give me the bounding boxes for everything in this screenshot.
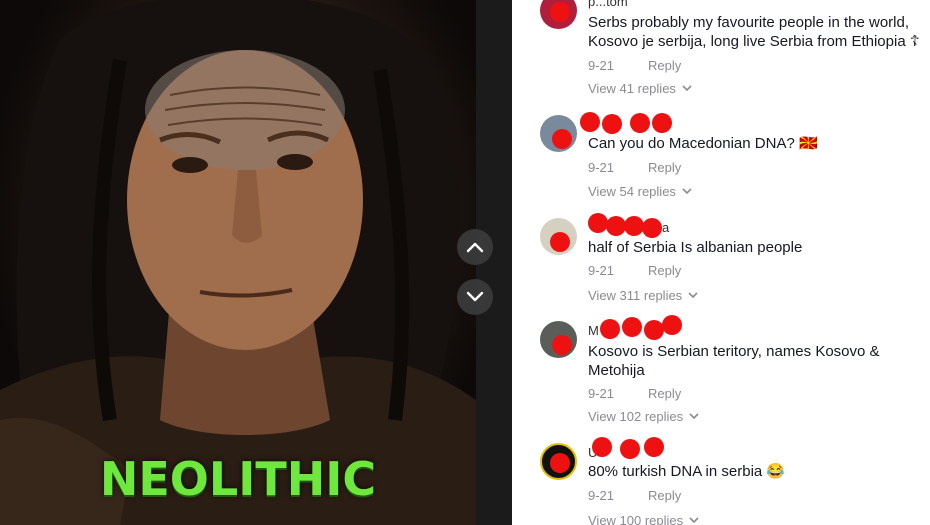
previous-video-button[interactable] — [457, 229, 493, 265]
comment-text: Can you do Macedonian DNA? 🇲🇰 — [588, 135, 818, 152]
avatar[interactable] — [540, 218, 577, 255]
reply-button[interactable]: Reply — [648, 386, 681, 401]
comment-username[interactable]: p...tom — [588, 0, 628, 9]
view-replies-label: View 54 replies — [588, 184, 676, 199]
portrait-image — [0, 0, 476, 525]
redaction-mark — [550, 453, 570, 473]
comment-text: half of Serbia Is albanian people — [588, 239, 803, 256]
redaction-mark — [550, 2, 570, 22]
view-replies-button[interactable]: View 100 replies — [588, 513, 699, 525]
redaction-mark — [644, 320, 664, 340]
view-replies-button[interactable]: View 311 replies — [588, 288, 698, 303]
avatar[interactable] — [540, 0, 577, 29]
reply-button[interactable]: Reply — [648, 58, 681, 73]
video-player[interactable]: NEOLITHIC — [0, 0, 512, 525]
view-replies-label: View 311 replies — [588, 288, 683, 303]
comment-item: M Kosovo is Serbian teritory, names Koso… — [512, 315, 930, 425]
redaction-mark — [588, 213, 608, 233]
comment-item: Can you do Macedonian DNA? 🇲🇰 9-21 Reply … — [512, 110, 930, 210]
comment-item: a half of Serbia Is albanian people 9-21… — [512, 212, 930, 312]
redaction-mark — [606, 216, 626, 236]
redaction-mark — [600, 319, 620, 339]
comment-item: U 80% turkish DNA in serbia 😂 9-21Reply … — [512, 435, 930, 525]
view-replies-label: View 100 replies — [588, 513, 684, 525]
comment-date: 9-21 — [588, 386, 615, 401]
redaction-mark — [662, 315, 682, 335]
view-replies-label: View 102 replies — [588, 409, 684, 424]
redaction-mark — [652, 113, 672, 133]
reply-button[interactable]: Reply — [648, 263, 681, 278]
comment-item: p...tom Serbs probably my favourite peop… — [512, 0, 930, 100]
comment-text: Serbs probably my favourite people in th… — [588, 14, 920, 50]
reply-button[interactable]: Reply — [648, 488, 681, 503]
redaction-mark — [624, 216, 644, 236]
avatar[interactable] — [540, 443, 577, 480]
redaction-mark — [550, 232, 570, 252]
redaction-mark — [602, 114, 622, 134]
comment-meta: 9-21 Reply — [588, 160, 681, 175]
chevron-down-icon — [688, 292, 698, 299]
next-video-button[interactable] — [457, 279, 493, 315]
chevron-down-icon — [682, 85, 692, 92]
chevron-up-icon — [466, 242, 484, 253]
chevron-down-icon — [466, 291, 484, 302]
redaction-mark — [552, 129, 572, 149]
avatar[interactable] — [540, 115, 577, 152]
view-replies-label: View 41 replies — [588, 81, 676, 96]
comment-username[interactable]: a — [662, 220, 669, 235]
view-replies-button[interactable]: View 41 replies — [588, 81, 692, 96]
comment-date: 9-21 — [588, 58, 615, 73]
comment-meta: 9-21 Reply — [588, 263, 681, 278]
comment-username[interactable]: M — [588, 323, 599, 338]
chevron-down-icon — [689, 413, 699, 420]
comment-date: 9-21 — [588, 263, 615, 278]
redaction-mark — [620, 439, 640, 459]
redaction-mark — [580, 112, 600, 132]
comment-meta: 9-21 Reply — [588, 488, 681, 503]
comments-panel[interactable]: p...tom Serbs probably my favourite peop… — [512, 0, 930, 525]
view-replies-button[interactable]: View 102 replies — [588, 409, 699, 424]
comment-date: 9-21 — [588, 160, 615, 175]
comment-text: 80% turkish DNA in serbia 😂 — [588, 463, 786, 480]
redaction-mark — [622, 317, 642, 337]
chevron-down-icon — [682, 188, 692, 195]
comment-meta: 9-21 Reply — [588, 386, 681, 401]
video-frame[interactable]: NEOLITHIC — [0, 0, 476, 525]
comment-date: 9-21 — [588, 488, 615, 503]
chevron-down-icon — [689, 517, 699, 524]
comment-meta: 9-21 Reply — [588, 58, 681, 73]
avatar[interactable] — [540, 321, 577, 358]
redaction-mark — [630, 113, 650, 133]
redaction-mark — [642, 218, 662, 238]
redaction-mark — [552, 335, 572, 355]
reply-button[interactable]: Reply — [648, 160, 681, 175]
view-replies-button[interactable]: View 54 replies — [588, 184, 692, 199]
video-caption-overlay: NEOLITHIC — [99, 452, 377, 506]
redaction-mark — [592, 437, 612, 457]
comment-text: Kosovo is Serbian teritory, names Kosovo… — [588, 343, 880, 379]
redaction-mark — [644, 437, 664, 457]
